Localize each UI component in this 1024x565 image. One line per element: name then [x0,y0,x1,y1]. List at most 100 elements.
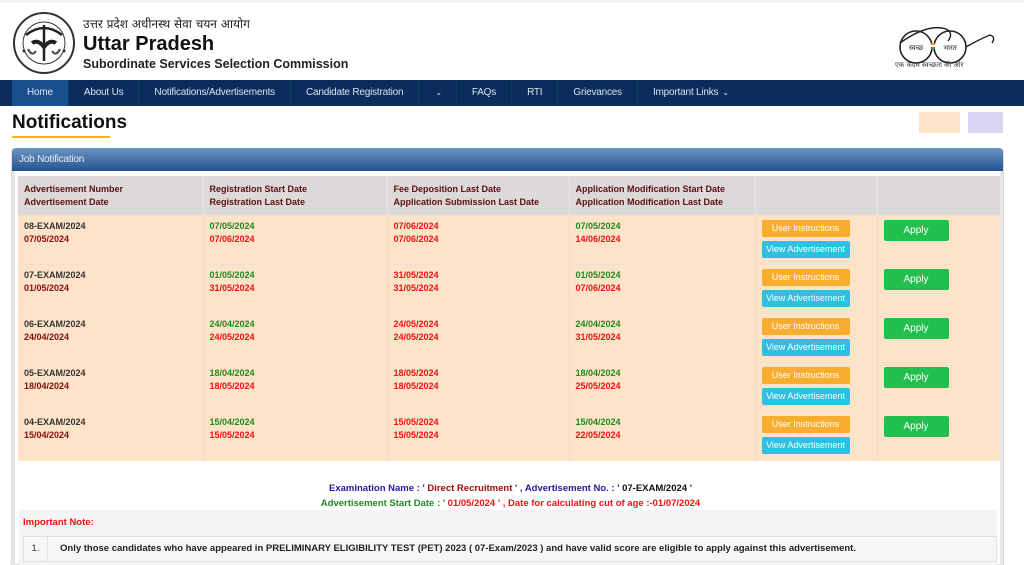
nav-notifications[interactable]: Notifications/Advertisements [139,80,291,106]
table-row: 06-EXAM/2024 24/04/2024 24/04/2024 24/05/20… [18,313,1000,363]
nav-candidate-registration-label: Candidate Registration [305,87,404,98]
modification-start-date: 01/05/2024 [575,270,621,280]
cell-apply: Apply [877,264,1000,314]
nav-faqs[interactable]: FAQs [457,80,513,106]
view-advertisement-button[interactable]: View Advertisement [761,339,850,356]
registration-start-date: 24/04/2024 [209,319,255,329]
cell-actions: User Instructions View Advertisement [755,411,878,461]
cell-modification: 24/04/2024 31/05/2024 [569,313,756,363]
fee-deposition-last-date: 15/05/2024 [393,417,439,427]
swachh-right-text: भारत [943,44,958,52]
cell-modification: 18/04/2024 25/05/2024 [569,362,756,412]
table-row: 08-EXAM/2024 07/05/2024 07/05/2024 07/06/20… [18,215,1000,265]
cell-apply: Apply [877,362,1000,412]
col-header-modification: Application Modification Start Date Appli… [569,176,756,216]
main-nav: Home About Us Notifications/Advertisemen… [0,80,1024,106]
site-header: उत्तर प्रदेश अधीनस्थ सेवा चयन आयोग Uttar… [0,3,1024,80]
user-instructions-button[interactable]: User Instructions [761,269,850,286]
cell-registration: 07/05/2024 07/06/2024 [203,215,388,265]
advertisement-number: 04-EXAM/2024 [24,417,86,427]
panel-body: Advertisement Number Advertisement Date R… [12,171,1003,565]
nav-important-links[interactable]: Important Links ⌄ [638,80,744,106]
submission-last-date: 18/05/2024 [393,381,439,391]
view-advertisement-button[interactable]: View Advertisement [761,388,850,405]
nav-grievances-label: Grievances [573,87,622,98]
registration-last-date: 18/05/2024 [209,381,255,391]
job-notification-panel: Job Notification Advertisement Number Adv… [11,148,1004,565]
col-header-actions [755,176,878,216]
cell-actions: User Instructions View Advertisement [755,264,878,314]
title-underline [12,136,110,138]
nav-notifications-label: Notifications/Advertisements [154,87,275,98]
cell-registration: 15/04/2024 15/05/2024 [203,411,388,461]
submission-last-date: 07/06/2024 [393,234,439,244]
cell-apply: Apply [877,215,1000,265]
registration-last-date: 15/05/2024 [209,430,255,440]
modification-start-date: 24/04/2024 [575,319,621,329]
registration-start-date: 01/05/2024 [209,270,255,280]
nav-faqs-label: FAQs [471,87,497,98]
nav-candidate-registration[interactable]: Candidate Registration [291,80,420,106]
cell-fee: 07/06/2024 07/06/2024 [387,215,570,265]
table-row: 05-EXAM/2024 18/04/2024 18/04/2024 18/05/20… [18,362,1000,412]
nav-about-us[interactable]: About Us [69,80,140,106]
registration-start-date: 07/05/2024 [209,221,255,231]
apply-button[interactable]: Apply [883,416,949,437]
registration-last-date: 07/06/2024 [209,234,255,244]
user-instructions-button[interactable]: User Instructions [761,367,850,384]
cell-advertisement: 08-EXAM/2024 07/05/2024 [18,215,204,265]
advertisement-date: 07/05/2024 [24,234,70,244]
brand-title: Uttar Pradesh [83,33,215,55]
advertisement-date: 15/04/2024 [24,430,70,440]
legend-swatch-closed [968,112,1003,133]
user-instructions-button[interactable]: User Instructions [761,220,850,237]
registration-start-date: 15/04/2024 [209,417,255,427]
advertisement-number: 05-EXAM/2024 [24,368,86,378]
col-header-fee: Fee Deposition Last Date Application Subm… [387,176,570,216]
user-instructions-button[interactable]: User Instructions [761,416,850,433]
note-text: Only those candidates who have appeared … [60,543,856,554]
brand: उत्तर प्रदेश अधीनस्थ सेवा चयन आयोग Uttar… [83,17,348,72]
apply-button[interactable]: Apply [883,318,949,339]
swachh-tagline: एक कदम स्वच्छता की ओर [895,61,964,69]
cell-registration: 01/05/2024 31/05/2024 [203,264,388,314]
apply-button[interactable]: Apply [883,367,949,388]
cell-modification: 15/04/2024 22/05/2024 [569,411,756,461]
col-header-advertisement: Advertisement Number Advertisement Date [18,176,204,216]
cell-fee: 31/05/2024 31/05/2024 [387,264,570,314]
cell-actions: User Instructions View Advertisement [755,362,878,412]
legend-swatch-open [919,112,960,133]
registration-last-date: 24/05/2024 [209,332,255,342]
cell-advertisement: 05-EXAM/2024 18/04/2024 [18,362,204,412]
exam-info: Examination Name : ' Direct Recruitment … [15,481,1006,511]
view-advertisement-button[interactable]: View Advertisement [761,241,850,258]
modification-last-date: 22/05/2024 [575,430,621,440]
table-row: 04-EXAM/2024 15/04/2024 15/04/2024 15/05/20… [18,411,1000,461]
user-instructions-button[interactable]: User Instructions [761,318,850,335]
page-title: Notifications [12,112,128,133]
advertisement-number: 08-EXAM/2024 [24,221,86,231]
important-note-title: Important Note: [23,517,94,528]
up-emblem-icon[interactable] [12,11,76,75]
modification-last-date: 31/05/2024 [575,332,621,342]
cell-registration: 18/04/2024 18/05/2024 [203,362,388,412]
exam-info-line1: Examination Name : ' Direct Recruitment … [329,483,692,494]
nav-grievances[interactable]: Grievances [558,80,638,106]
view-advertisement-button[interactable]: View Advertisement [761,437,850,454]
nav-home-label: Home [27,87,53,98]
apply-button[interactable]: Apply [883,220,949,241]
apply-button[interactable]: Apply [883,269,949,290]
cell-advertisement: 04-EXAM/2024 15/04/2024 [18,411,204,461]
chevron-down-icon: ⌄ [720,88,729,97]
cell-fee: 24/05/2024 24/05/2024 [387,313,570,363]
submission-last-date: 15/05/2024 [393,430,439,440]
view-advertisement-button[interactable]: View Advertisement [761,290,850,307]
nav-rti[interactable]: RTI [512,80,559,106]
cell-advertisement: 07-EXAM/2024 01/05/2024 [18,264,204,314]
col-header-registration: Registration Start Date Registration Last… [203,176,388,216]
swachh-left-text: स्वच्छ [909,44,924,52]
advertisement-number: 07-EXAM/2024 [24,270,86,280]
nav-dropdown-toggle[interactable]: ⌄ [419,80,457,106]
modification-start-date: 15/04/2024 [575,417,621,427]
nav-home[interactable]: Home [12,80,69,106]
